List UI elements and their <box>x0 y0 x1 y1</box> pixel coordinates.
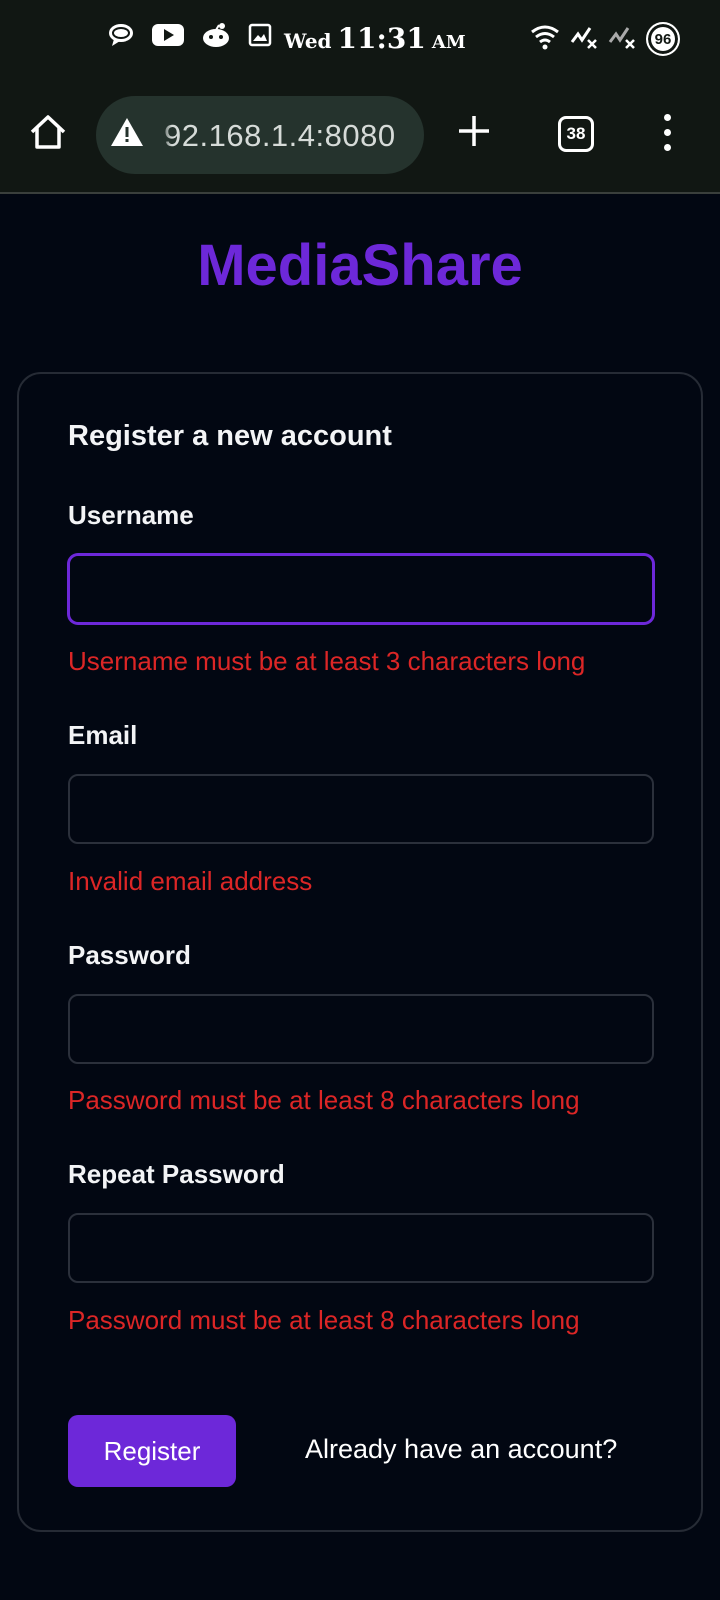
email-input[interactable] <box>68 774 654 844</box>
clock: Wed 11:31 AM <box>284 22 466 55</box>
wifi-icon <box>530 24 560 55</box>
clock-ampm: AM <box>431 32 466 53</box>
status-bar: Wed 11:31 AM 96 <box>0 0 720 78</box>
brand-title: MediaShare <box>197 233 523 298</box>
password-error: Password must be at least 8 characters l… <box>68 1085 580 1115</box>
signal-x-icon <box>570 24 598 55</box>
battery-indicator: 96 <box>646 22 680 56</box>
username-label: Username <box>68 500 194 530</box>
repeat-password-error: Password must be at least 8 characters l… <box>68 1305 580 1335</box>
clock-day: Wed <box>284 29 332 53</box>
password-input[interactable] <box>68 994 654 1064</box>
address-bar[interactable]: 92.168.1.4:8080 <box>96 96 424 174</box>
notification-icons <box>108 22 272 48</box>
password-label: Password <box>68 940 191 970</box>
register-button[interactable]: Register <box>68 1415 236 1487</box>
email-label: Email <box>68 720 138 750</box>
repeat-password-input[interactable] <box>68 1213 654 1283</box>
more-vert-icon[interactable] <box>664 114 671 151</box>
username-error: Username must be at least 3 characters l… <box>68 646 586 676</box>
register-card: Register a new account Username Username… <box>17 372 703 1532</box>
gallery-icon <box>248 23 272 47</box>
repeat-password-label: Repeat Password <box>68 1159 285 1189</box>
card-title: Register a new account <box>68 420 392 452</box>
plus-icon[interactable] <box>457 114 491 153</box>
youtube-icon <box>152 23 184 47</box>
login-link[interactable]: Already have an account? <box>305 1434 617 1465</box>
email-error: Invalid email address <box>68 866 313 896</box>
username-input[interactable] <box>68 554 654 624</box>
browser-toolbar: 92.168.1.4:8080 38 <box>0 78 720 194</box>
signal-x-icon <box>608 24 636 55</box>
warning-icon[interactable] <box>110 116 144 153</box>
clock-time: 11:31 <box>337 22 426 55</box>
chat-bubble-icon <box>108 23 134 47</box>
system-icons: 96 <box>530 22 680 56</box>
home-icon[interactable] <box>28 112 68 157</box>
reddit-icon <box>202 22 230 48</box>
url-text[interactable]: 92.168.1.4:8080 <box>164 118 396 154</box>
url-fade <box>158 96 172 174</box>
tab-count-button[interactable]: 38 <box>558 116 594 152</box>
